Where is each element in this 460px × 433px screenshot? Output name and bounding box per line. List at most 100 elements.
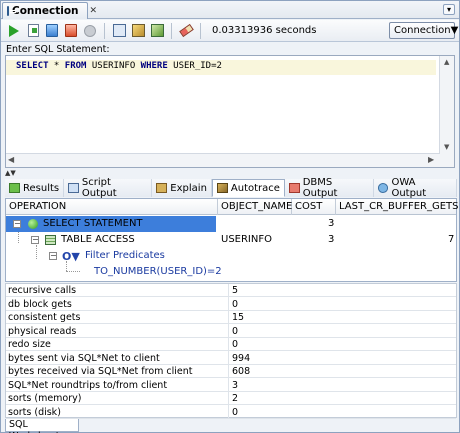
- statistic-name: physical reads: [8, 325, 77, 337]
- statistic-row[interactable]: redo size 0: [6, 338, 456, 351]
- results-icon: [9, 183, 20, 193]
- editor-label: Enter SQL Statement:: [6, 44, 110, 55]
- scroll-left-icon[interactable]: ◀: [8, 155, 14, 164]
- clear-button[interactable]: [178, 23, 194, 39]
- collapse-icon[interactable]: −: [31, 236, 39, 244]
- toolbar-separator: [200, 22, 201, 39]
- tab-results[interactable]: Results: [5, 179, 65, 197]
- tab-label: Script Output: [81, 177, 117, 199]
- explain-button[interactable]: [130, 23, 146, 39]
- statistic-name: SQL*Net roundtrips to/from client: [8, 379, 168, 391]
- sql-text[interactable]: SELECT * FROM USERINFO WHERE USER_ID=2: [16, 61, 222, 71]
- column-header-operation[interactable]: OPERATION: [6, 199, 218, 215]
- scroll-down-icon[interactable]: ▼: [444, 143, 449, 151]
- connection-select-label: Connection: [394, 25, 451, 36]
- column-header-object-name[interactable]: OBJECT_NAME: [218, 199, 292, 215]
- statistic-row[interactable]: sorts (memory) 2: [6, 392, 456, 405]
- statistic-value: 994: [232, 352, 251, 364]
- table-row[interactable]: TO_NUMBER(USER_ID)=2: [6, 264, 456, 280]
- autotrace-icon: [150, 24, 164, 37]
- statistic-row[interactable]: SQL*Net roundtrips to/from client 3: [6, 379, 456, 392]
- plan-operation: TO_NUMBER(USER_ID)=2: [94, 266, 222, 277]
- statistic-row[interactable]: physical reads 0: [6, 325, 456, 338]
- tab-explain[interactable]: Explain: [152, 179, 212, 197]
- plan-object-name: USERINFO: [221, 234, 272, 245]
- table-icon: [45, 235, 56, 245]
- script-output-icon: [68, 183, 79, 193]
- toolbar-separator: [171, 22, 172, 39]
- autotrace-button[interactable]: [149, 23, 165, 39]
- title-bar: Connection ✕ ▾: [1, 1, 459, 19]
- pane-splitter[interactable]: ▲▼: [5, 169, 16, 177]
- tab-label: DBMS Output: [302, 177, 338, 199]
- rollback-button[interactable]: [63, 23, 79, 39]
- sql-keyword: SELECT: [16, 61, 49, 71]
- commit-icon: [46, 24, 58, 37]
- sql-token: *: [48, 61, 65, 71]
- run-statement-button[interactable]: [6, 23, 22, 39]
- sql-keyword: WHERE: [140, 61, 168, 71]
- tab-label: Autotrace: [230, 182, 280, 194]
- statistic-row[interactable]: bytes received via SQL*Net from client 60…: [6, 365, 456, 378]
- tab-dbms-output[interactable]: DBMS Output: [284, 177, 374, 199]
- collapse-icon[interactable]: −: [49, 252, 57, 260]
- sql-keyword: FROM: [64, 61, 87, 71]
- table-row[interactable]: − O▼ Filter Predicates: [6, 248, 456, 264]
- execution-time: 0.03313936 seconds: [212, 25, 317, 36]
- editor-horizontal-scrollbar[interactable]: ◀ ▶: [6, 153, 440, 167]
- statistic-row[interactable]: consistent gets 15: [6, 311, 456, 324]
- editor-vertical-scrollbar[interactable]: ▲ ▼: [439, 56, 454, 167]
- table-row[interactable]: − SELECT STATEMENT 3: [6, 216, 456, 232]
- explain-icon: [156, 183, 168, 193]
- statistic-value: 608: [232, 366, 251, 377]
- statistic-value: 0: [232, 325, 239, 337]
- statistic-name: bytes sent via SQL*Net to client: [8, 352, 160, 364]
- statistic-row[interactable]: db block gets 0: [6, 298, 456, 311]
- statistic-value: 0: [232, 298, 239, 310]
- tab-label: Explain: [170, 182, 207, 194]
- history-icon: [112, 24, 126, 37]
- statistic-value: 5: [232, 285, 239, 296]
- scroll-right-icon[interactable]: ▶: [428, 155, 434, 164]
- plan-operation: SELECT STATEMENT: [43, 218, 143, 229]
- connection-select[interactable]: Connection ▼: [389, 22, 458, 39]
- plan-header: OPERATION OBJECT_NAME COST LAST_CR_BUFFE…: [6, 199, 459, 215]
- plan-operation: TABLE ACCESS: [61, 234, 135, 245]
- scroll-up-icon[interactable]: ▲: [444, 58, 449, 66]
- run-script-button[interactable]: [25, 23, 41, 39]
- close-tab-icon[interactable]: ✕: [90, 6, 98, 16]
- toolbar-separator: [104, 22, 105, 39]
- worksheet-icon: [7, 6, 16, 16]
- collapse-icon[interactable]: −: [13, 220, 21, 228]
- statistic-row[interactable]: bytes sent via SQL*Net to client 994: [6, 352, 456, 365]
- autotrace-plan-table: OPERATION OBJECT_NAME COST LAST_CR_BUFFE…: [5, 198, 459, 282]
- sql-editor[interactable]: SELECT * FROM USERINFO WHERE USER_ID=2 ▲…: [5, 55, 455, 168]
- commit-button[interactable]: [44, 23, 60, 39]
- tab-owa-output[interactable]: OWA Output: [373, 177, 457, 199]
- connection-tab[interactable]: Connection ✕: [2, 2, 97, 19]
- tab-menu-button[interactable]: ▾: [443, 4, 455, 15]
- statistic-value: 15: [232, 312, 245, 323]
- sql-token: USERINFO: [86, 61, 141, 71]
- cancel-button[interactable]: [82, 23, 98, 39]
- column-header-last-cr-buffer-gets[interactable]: LAST_CR_BUFFER_GETS: [336, 199, 459, 215]
- tab-script-output[interactable]: Script Output: [64, 177, 153, 199]
- results-tab-bar: Results Script Output Explain Autotrace …: [5, 177, 457, 199]
- plan-cost: 3: [328, 234, 335, 245]
- table-row[interactable]: − TABLE ACCESS USERINFO 3 7: [6, 232, 456, 248]
- tab-autotrace[interactable]: Autotrace: [211, 179, 285, 197]
- statistic-name: sorts (disk): [8, 406, 61, 418]
- statistic-name: consistent gets: [8, 312, 81, 323]
- history-button[interactable]: [111, 23, 127, 39]
- window-title: Connection: [12, 5, 79, 17]
- cancel-icon: [84, 24, 96, 37]
- statement-icon: [28, 219, 38, 229]
- statistic-row[interactable]: sorts (disk) 0: [6, 406, 456, 419]
- column-header-cost[interactable]: COST: [292, 199, 336, 215]
- tab-label: Results: [23, 182, 60, 194]
- plan-cost: 3: [328, 218, 335, 229]
- chevron-down-icon: ▼: [450, 25, 459, 36]
- tab-sql-worksheet[interactable]: SQL Worksheet: [5, 419, 79, 433]
- statistic-row[interactable]: recursive calls 5: [6, 284, 456, 297]
- autotrace-icon: [216, 183, 228, 193]
